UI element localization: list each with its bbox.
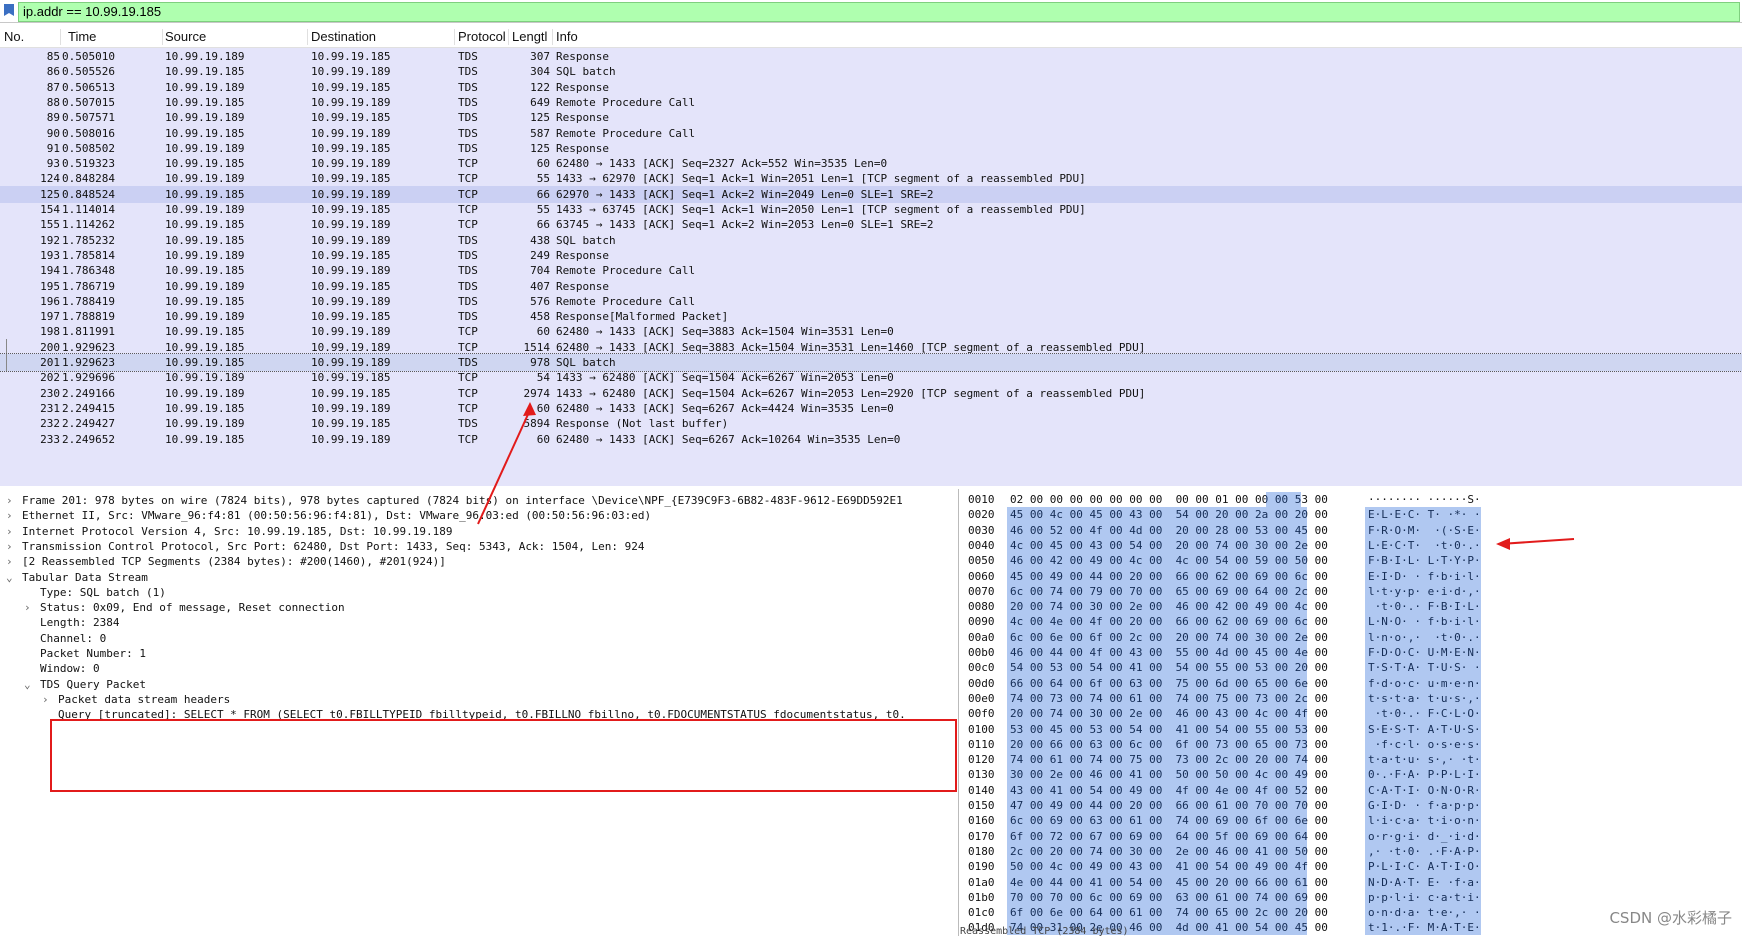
annotation-arrows xyxy=(477,402,1575,550)
watermark: CSDN @水彩橘子 xyxy=(1609,909,1732,927)
arrow-to-hex-select xyxy=(1496,538,1575,550)
bytes-tab-label[interactable]: Reassembled TCP (2384 bytes) xyxy=(960,926,1129,937)
arrow-to-sql-batch xyxy=(477,402,536,525)
